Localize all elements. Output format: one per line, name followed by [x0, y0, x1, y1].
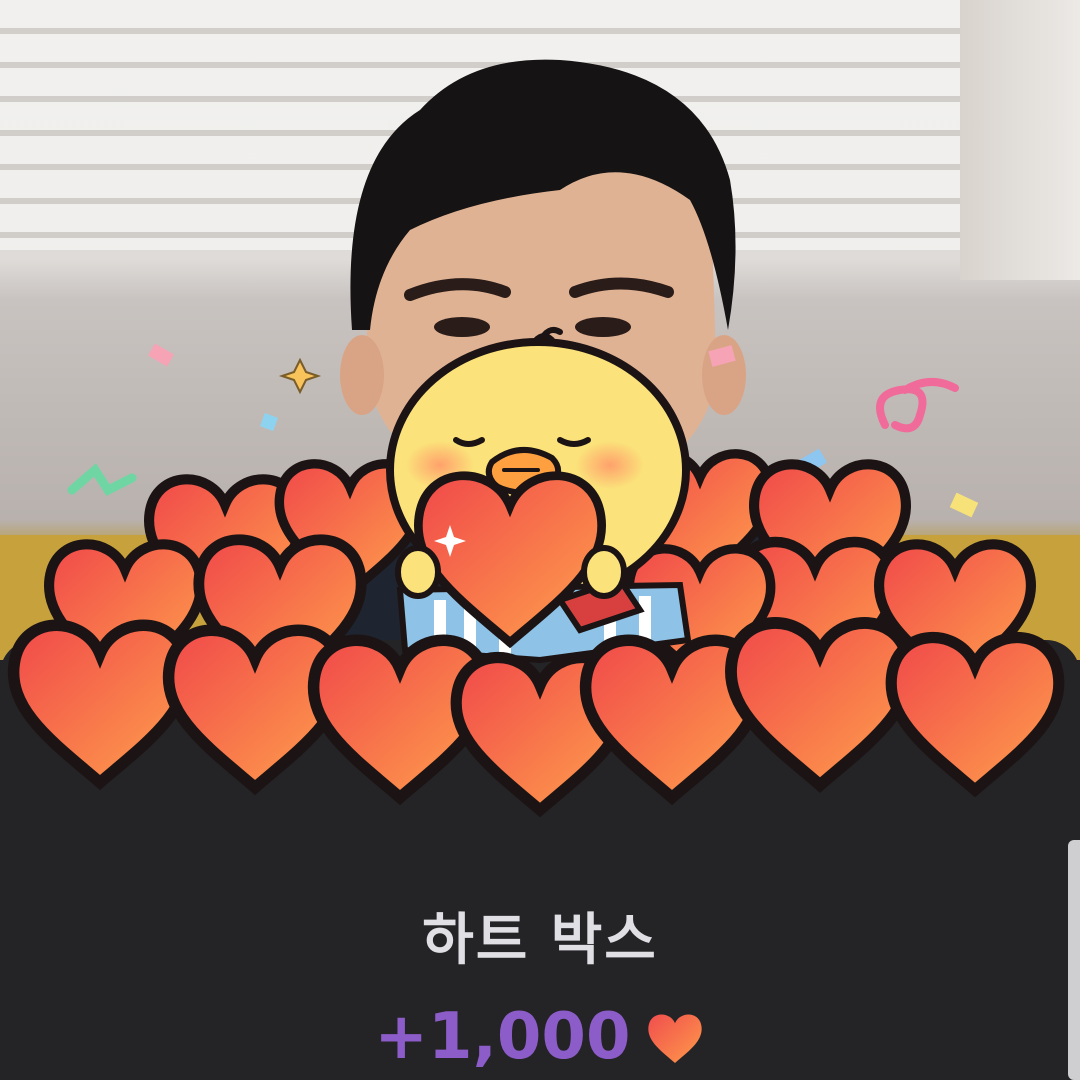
gift-amount: +1,000	[374, 1000, 631, 1074]
heart-icon	[647, 1014, 702, 1063]
heart-box-sticker	[0, 327, 1080, 820]
gift-title: 하트 박스	[422, 908, 658, 973]
gift-amount-row: +1,000	[0, 1000, 1080, 1074]
